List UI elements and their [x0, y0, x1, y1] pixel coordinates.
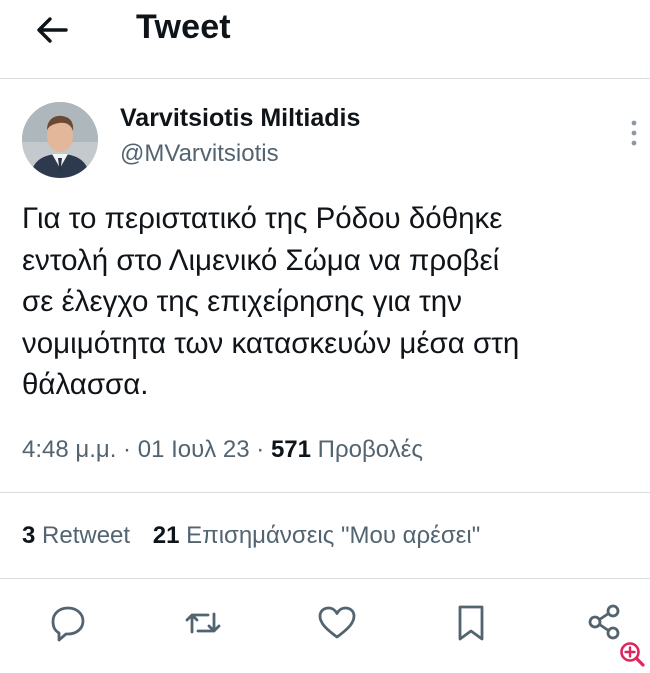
meta-separator: · [123, 436, 132, 463]
likes-count: 21 [152, 522, 180, 549]
reply-icon[interactable] [45, 600, 91, 646]
likes-label: Επισημάνσεις "Μου αρέσει" [186, 522, 481, 549]
author-name[interactable]: Varvitsiotis Miltiadis [120, 104, 360, 133]
retweets-count: 3 [22, 522, 36, 549]
header-divider [0, 78, 650, 79]
stats-divider [0, 578, 650, 579]
zoom-in-icon[interactable] [618, 640, 646, 668]
avatar[interactable] [22, 102, 98, 178]
tweet-date[interactable]: 01 Ιουλ 23 [138, 436, 250, 463]
tweet-text-line: Για το περιστατικό της Ρόδου δόθηκε [22, 202, 503, 235]
tweet-time[interactable]: 4:48 μ.μ. [22, 436, 116, 463]
retweets-stat[interactable]: 3 Retweet [22, 522, 130, 550]
tweet-text-line: σε έλεγχο της επιχείρησης για την [22, 285, 462, 318]
meta-separator: · [256, 436, 265, 463]
tweet-text-line: θάλασσα. [22, 368, 149, 401]
views-label: Προβολές [317, 436, 423, 463]
more-vertical-icon[interactable] [624, 118, 644, 148]
bookmark-icon[interactable] [448, 600, 494, 646]
page-title: Tweet [136, 8, 231, 46]
heart-icon[interactable] [314, 600, 360, 646]
retweets-label: Retweet [42, 522, 131, 549]
retweet-icon[interactable] [180, 600, 226, 646]
tweet-text: Για το περιστατικό της Ρόδου δόθηκε εντο… [22, 198, 632, 406]
action-bar [0, 600, 650, 648]
back-arrow-icon[interactable] [32, 12, 72, 48]
top-bar: Tweet [0, 0, 650, 78]
tweet-text-line: νομιμότητα των κατασκευών μέσα στη [22, 326, 520, 360]
views-count: 571 [270, 436, 311, 463]
tweet-stats: 3 Retweet 21 Επισημάνσεις "Μου αρέσει" [22, 522, 480, 550]
tweet-meta: 4:48 μ.μ. · 01 Ιουλ 23 · 571 Προβολές [22, 436, 423, 464]
likes-stat[interactable]: 21 Επισημάνσεις "Μου αρέσει" [153, 522, 480, 550]
tweet-text-line: εντολή στο Λιμενικό Σώμα να προβεί [22, 243, 500, 277]
meta-divider [0, 492, 650, 493]
author-handle[interactable]: @MVarvitsiotis [120, 140, 279, 168]
